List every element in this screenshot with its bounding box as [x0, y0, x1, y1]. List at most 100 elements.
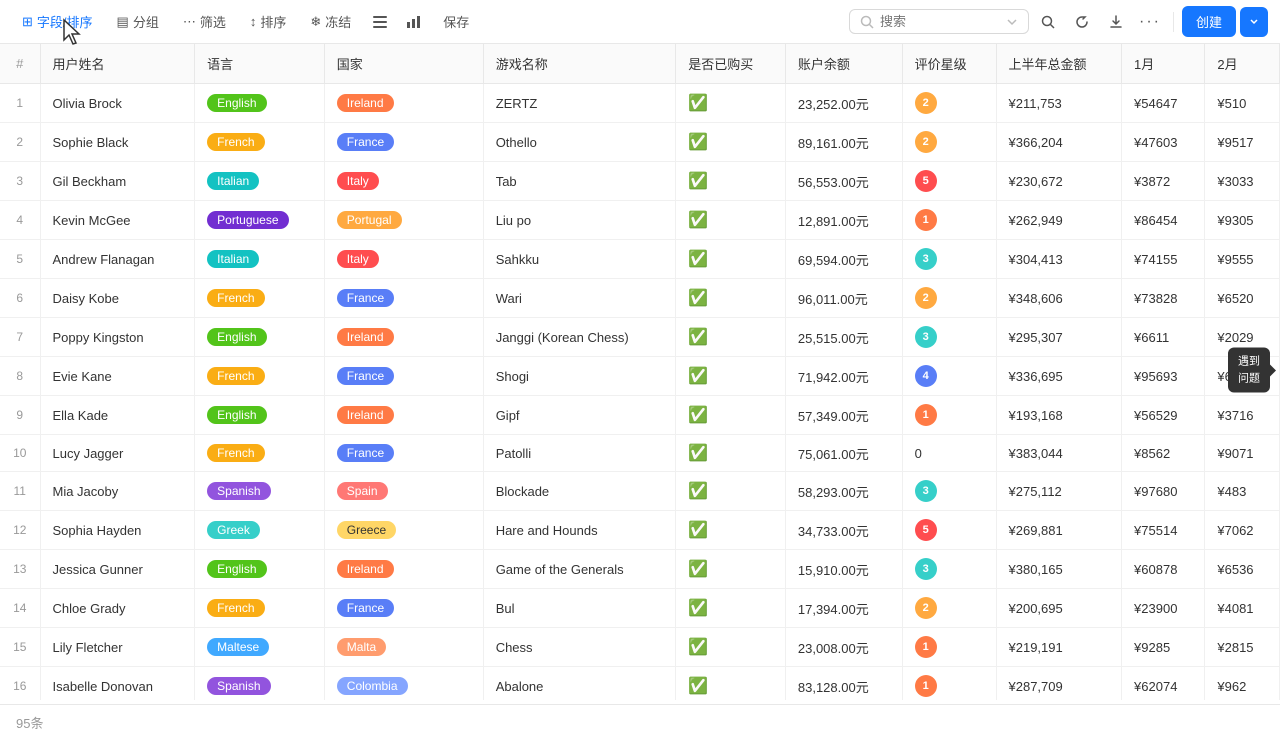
star-badge: 2 [915, 131, 937, 153]
table-row[interactable]: 7 Poppy Kingston English Ireland Janggi … [0, 318, 1280, 357]
cell-num: 12 [0, 511, 40, 550]
cell-balance: 75,061.00元 [785, 435, 902, 472]
cell-bought: ✅ [676, 162, 786, 201]
table-row[interactable]: 4 Kevin McGee Portuguese Portugal Liu po… [0, 201, 1280, 240]
search-expand-button[interactable] [1033, 7, 1063, 37]
table-row[interactable]: 15 Lily Fletcher Maltese Malta Chess ✅ 2… [0, 628, 1280, 667]
col-bought[interactable]: 是否已购买 [676, 44, 786, 84]
table-row[interactable]: 11 Mia Jacoby Spanish Spain Blockade ✅ 5… [0, 472, 1280, 511]
group-button[interactable]: ▤ 分组 [107, 8, 169, 35]
create-dropdown-button[interactable] [1240, 7, 1268, 37]
cell-m1: ¥47603 [1122, 123, 1205, 162]
lang-badge: Portuguese [207, 211, 288, 229]
search-dropdown-icon[interactable] [1006, 16, 1018, 28]
col-m1[interactable]: 1月 [1122, 44, 1205, 84]
check-icon: ✅ [688, 483, 708, 500]
country-badge: France [337, 444, 394, 462]
cell-star: 1 [902, 396, 996, 435]
refresh-button[interactable] [1067, 7, 1097, 37]
country-badge: Ireland [337, 560, 394, 578]
cell-game: Gipf [483, 396, 676, 435]
table-row[interactable]: 9 Ella Kade English Ireland Gipf ✅ 57,34… [0, 396, 1280, 435]
col-country[interactable]: 国家 [324, 44, 483, 84]
cell-game: Sahkku [483, 240, 676, 279]
col-m2[interactable]: 2月 [1205, 44, 1280, 84]
table-row[interactable]: 8 Evie Kane French France Shogi ✅ 71,942… [0, 357, 1280, 396]
freeze-button[interactable]: ❄ 冻结 [300, 8, 361, 35]
cell-bought: ✅ [676, 435, 786, 472]
table-row[interactable]: 14 Chloe Grady French France Bul ✅ 17,39… [0, 589, 1280, 628]
cell-star: 5 [902, 511, 996, 550]
cell-country: France [324, 435, 483, 472]
check-icon: ✅ [688, 290, 708, 307]
cell-game: Abalone [483, 667, 676, 701]
check-icon: ✅ [688, 407, 708, 424]
table-row[interactable]: 1 Olivia Brock English Ireland ZERTZ ✅ 2… [0, 84, 1280, 123]
cell-h1: ¥336,695 [996, 357, 1122, 396]
col-balance[interactable]: 账户余额 [785, 44, 902, 84]
help-tooltip[interactable]: 遇到 问题 [1228, 348, 1270, 393]
filter-button[interactable]: ⋯ 筛选 [173, 8, 236, 35]
col-h1[interactable]: 上半年总金额 [996, 44, 1122, 84]
table-row[interactable]: 3 Gil Beckham Italian Italy Tab ✅ 56,553… [0, 162, 1280, 201]
lang-badge: Greek [207, 521, 260, 539]
create-button[interactable]: 创建 [1182, 6, 1236, 37]
cell-country: Italy [324, 240, 483, 279]
star-badge: 1 [915, 209, 937, 231]
cell-game: Othello [483, 123, 676, 162]
cell-name: Lucy Jagger [40, 435, 195, 472]
cell-star: 5 [902, 162, 996, 201]
cell-m2: ¥9305 [1205, 201, 1280, 240]
check-icon: ✅ [688, 639, 708, 656]
table-row[interactable]: 12 Sophia Hayden Greek Greece Hare and H… [0, 511, 1280, 550]
group-label: 分组 [133, 12, 159, 31]
col-game[interactable]: 游戏名称 [483, 44, 676, 84]
sort-button[interactable]: ↕ 排序 [240, 8, 297, 35]
row-height-button[interactable] [365, 7, 395, 37]
cell-balance: 17,394.00元 [785, 589, 902, 628]
cell-m2: ¥483 [1205, 472, 1280, 511]
cell-game: Blockade [483, 472, 676, 511]
country-badge: France [337, 133, 394, 151]
table-row[interactable]: 16 Isabelle Donovan Spanish Colombia Aba… [0, 667, 1280, 701]
check-icon: ✅ [688, 678, 708, 695]
table-row[interactable]: 10 Lucy Jagger French France Patolli ✅ 7… [0, 435, 1280, 472]
table-row[interactable]: 13 Jessica Gunner English Ireland Game o… [0, 550, 1280, 589]
cell-game: Game of the Generals [483, 550, 676, 589]
col-name[interactable]: 用户姓名 [40, 44, 195, 84]
lang-badge: Spanish [207, 677, 270, 695]
table-row[interactable]: 6 Daisy Kobe French France Wari ✅ 96,011… [0, 279, 1280, 318]
chart-button[interactable] [399, 7, 429, 37]
col-star[interactable]: 评价星级 [902, 44, 996, 84]
cell-balance: 89,161.00元 [785, 123, 902, 162]
lang-badge: English [207, 406, 266, 424]
cell-lang: Spanish [195, 472, 325, 511]
cell-balance: 83,128.00元 [785, 667, 902, 701]
cell-name: Sophia Hayden [40, 511, 195, 550]
cell-name: Lily Fletcher [40, 628, 195, 667]
cell-m2: ¥9071 [1205, 435, 1280, 472]
search-input[interactable] [880, 14, 1000, 29]
cell-star: 3 [902, 472, 996, 511]
cell-name: Mia Jacoby [40, 472, 195, 511]
cell-country: Ireland [324, 396, 483, 435]
col-lang[interactable]: 语言 [195, 44, 325, 84]
table-row[interactable]: 5 Andrew Flanagan Italian Italy Sahkku ✅… [0, 240, 1280, 279]
save-button[interactable]: 保存 [433, 8, 479, 35]
cell-lang: French [195, 435, 325, 472]
cell-num: 10 [0, 435, 40, 472]
table-container[interactable]: # 用户姓名 语言 国家 游戏名称 是否已购买 账户余额 评价星级 上半年总金额… [0, 44, 1280, 700]
cell-balance: 23,252.00元 [785, 84, 902, 123]
star-badge: 3 [915, 248, 937, 270]
table-row[interactable]: 2 Sophie Black French France Othello ✅ 8… [0, 123, 1280, 162]
cell-country: Italy [324, 162, 483, 201]
lang-badge: English [207, 94, 266, 112]
field-sort-button[interactable]: ⊞ 字段/排序 [12, 8, 103, 35]
cell-num: 6 [0, 279, 40, 318]
more-button[interactable]: ··· [1135, 7, 1165, 37]
cell-lang: Spanish [195, 667, 325, 701]
download-button[interactable] [1101, 7, 1131, 37]
cell-bought: ✅ [676, 589, 786, 628]
cell-lang: Portuguese [195, 201, 325, 240]
cell-m1: ¥9285 [1122, 628, 1205, 667]
